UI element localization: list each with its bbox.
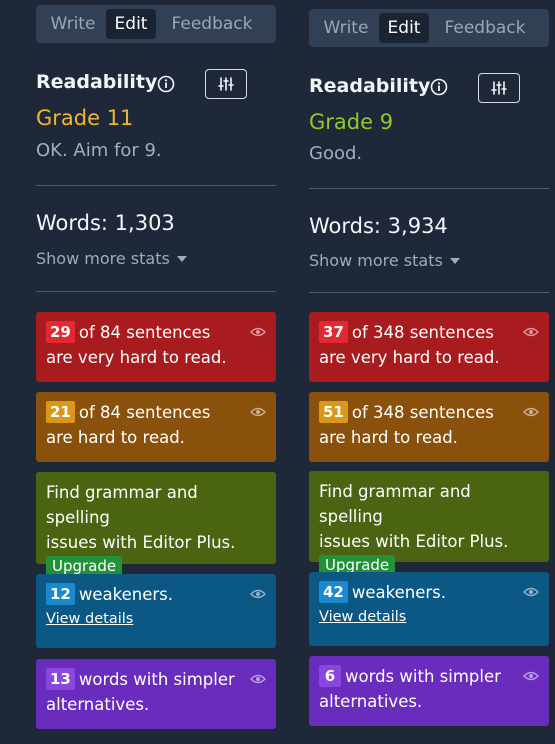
grade-description: OK. Aim for 9. bbox=[36, 140, 162, 161]
simpler-text-line-2: alternatives. bbox=[319, 692, 423, 711]
eye-icon[interactable] bbox=[523, 406, 539, 418]
eye-icon[interactable] bbox=[250, 673, 266, 685]
very-hard-sentences-card[interactable]: 37 of 348 sentences are very hard to read… bbox=[309, 312, 549, 382]
very-hard-count-badge: 37 bbox=[319, 321, 348, 343]
weakeners-card[interactable]: 12 weakeners. View details bbox=[36, 574, 276, 648]
divider bbox=[36, 185, 276, 186]
weakeners-card[interactable]: 42 weakeners. View details bbox=[309, 572, 549, 646]
hard-text-line-1: of 348 sentences bbox=[351, 403, 494, 422]
grade-level: Grade 9 bbox=[309, 110, 394, 134]
readability-title: Readability bbox=[36, 71, 158, 93]
show-more-stats-label: Show more stats bbox=[309, 251, 443, 270]
promo-text-line-2: issues with Editor Plus. bbox=[46, 533, 236, 552]
simpler-alternatives-card[interactable]: 13 words with simpler alternatives. bbox=[36, 659, 276, 729]
sliders-icon bbox=[218, 77, 234, 91]
tab-write[interactable]: Write bbox=[313, 13, 379, 43]
eye-icon[interactable] bbox=[250, 326, 266, 338]
hard-text-line-2: are hard to read. bbox=[46, 428, 185, 447]
caret-down-icon bbox=[449, 257, 460, 264]
show-more-stats-toggle[interactable]: Show more stats bbox=[309, 251, 460, 270]
divider bbox=[36, 291, 276, 292]
editor-plus-promo-card: Find grammar and spelling issues with Ed… bbox=[309, 471, 549, 576]
view-details-link[interactable]: View details bbox=[319, 609, 539, 625]
tab-feedback[interactable]: Feedback bbox=[429, 13, 541, 43]
hard-text-line-2: are hard to read. bbox=[319, 428, 458, 447]
tab-edit[interactable]: Edit bbox=[106, 9, 156, 39]
promo-text-line-2: issues with Editor Plus. bbox=[319, 532, 509, 551]
info-icon[interactable] bbox=[157, 75, 175, 93]
simpler-count-badge: 13 bbox=[46, 668, 75, 690]
grade-level: Grade 11 bbox=[36, 106, 134, 130]
word-count: Words: 3,934 bbox=[309, 214, 448, 238]
eye-icon[interactable] bbox=[250, 588, 266, 600]
editor-plus-promo-card: Find grammar and spelling issues with Ed… bbox=[36, 472, 276, 577]
weakeners-text: weakeners. bbox=[351, 583, 446, 602]
very-hard-text-line-1: of 84 sentences bbox=[78, 323, 211, 342]
very-hard-text-line-2: are very hard to read. bbox=[46, 348, 227, 367]
hard-sentences-card[interactable]: 51 of 348 sentences are hard to read. bbox=[309, 392, 549, 462]
divider bbox=[309, 188, 549, 189]
simpler-text-line-2: alternatives. bbox=[46, 695, 150, 714]
eye-icon[interactable] bbox=[250, 406, 266, 418]
eye-icon[interactable] bbox=[523, 670, 539, 682]
grade-description: Good. bbox=[309, 143, 363, 164]
simpler-text-line-1: words with simpler bbox=[345, 667, 501, 686]
hard-count-badge: 51 bbox=[319, 401, 348, 423]
readability-title: Readability bbox=[309, 75, 431, 97]
weakeners-count-badge: 42 bbox=[319, 581, 348, 603]
simpler-alternatives-card[interactable]: 6 words with simpler alternatives. bbox=[309, 656, 549, 726]
readability-comparison: Write Edit Feedback Readability Grade 11… bbox=[0, 0, 555, 744]
tab-write[interactable]: Write bbox=[40, 9, 106, 39]
divider bbox=[309, 292, 549, 293]
mode-tabs: Write Edit Feedback bbox=[36, 5, 276, 43]
simpler-count-badge: 6 bbox=[319, 665, 341, 687]
info-icon[interactable] bbox=[430, 78, 448, 96]
promo-text-line-1: Find grammar and spelling bbox=[319, 482, 471, 526]
very-hard-text-line-2: are very hard to read. bbox=[319, 348, 500, 367]
tab-feedback[interactable]: Feedback bbox=[156, 9, 268, 39]
show-more-stats-toggle[interactable]: Show more stats bbox=[36, 249, 187, 268]
weakeners-count-badge: 12 bbox=[46, 583, 75, 605]
very-hard-text-line-1: of 348 sentences bbox=[351, 323, 494, 342]
simpler-text-line-1: words with simpler bbox=[78, 670, 235, 689]
eye-icon[interactable] bbox=[523, 326, 539, 338]
very-hard-sentences-card[interactable]: 29 of 84 sentences are very hard to read. bbox=[36, 312, 276, 382]
hard-text-line-1: of 84 sentences bbox=[78, 403, 211, 422]
very-hard-count-badge: 29 bbox=[46, 321, 75, 343]
hard-sentences-card[interactable]: 21 of 84 sentences are hard to read. bbox=[36, 392, 276, 462]
view-details-link[interactable]: View details bbox=[46, 611, 266, 627]
mode-tabs: Write Edit Feedback bbox=[309, 9, 549, 47]
weakeners-text: weakeners. bbox=[78, 585, 173, 604]
hard-count-badge: 21 bbox=[46, 401, 75, 423]
sliders-icon bbox=[491, 81, 507, 95]
word-count: Words: 1,303 bbox=[36, 211, 175, 235]
readability-settings-button[interactable] bbox=[478, 73, 520, 103]
eye-icon[interactable] bbox=[523, 586, 539, 598]
tab-edit[interactable]: Edit bbox=[379, 13, 429, 43]
show-more-stats-label: Show more stats bbox=[36, 249, 170, 268]
readability-settings-button[interactable] bbox=[205, 69, 247, 99]
caret-down-icon bbox=[176, 255, 187, 262]
promo-text-line-1: Find grammar and spelling bbox=[46, 483, 198, 527]
